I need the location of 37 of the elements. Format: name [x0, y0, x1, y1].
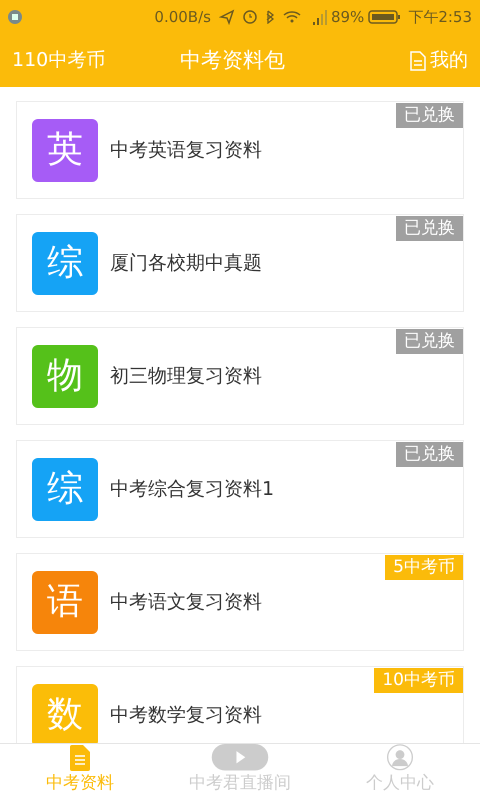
- subject-icon: 综: [32, 458, 98, 520]
- signal-icon: [312, 10, 327, 24]
- page-title: 中考资料包: [180, 46, 285, 74]
- subject-icon: 数: [32, 684, 98, 743]
- price-tag: 10中考币: [374, 668, 463, 693]
- battery-level: 89%: [330, 6, 364, 28]
- redeemed-tag: 已兑换: [396, 216, 463, 241]
- material-card[interactable]: 综 中考综合复习资料1 已兑换: [16, 440, 464, 538]
- network-speed: 0.00B/s: [154, 6, 211, 28]
- document-icon: [410, 50, 426, 70]
- subject-icon: 英: [32, 118, 98, 182]
- clock: 下午2:53: [408, 6, 472, 28]
- subject-icon: 综: [32, 232, 98, 294]
- subject-icon: 语: [32, 570, 98, 634]
- send-icon: [218, 9, 235, 25]
- notification-icon: [8, 10, 22, 24]
- material-title: 中考语文复习资料: [110, 590, 262, 615]
- redeemed-tag: 已兑换: [396, 103, 463, 128]
- user-icon: [385, 744, 415, 770]
- material-card[interactable]: 物 初三物理复习资料 已兑换: [16, 327, 464, 425]
- subject-icon: 物: [32, 344, 98, 408]
- material-title: 厦门各校期中真题: [110, 250, 262, 276]
- bluetooth-icon: [264, 10, 275, 24]
- material-title: 中考英语复习资料: [110, 138, 262, 163]
- redeemed-tag: 已兑换: [396, 329, 463, 354]
- battery-icon: [368, 10, 400, 24]
- material-title: 中考数学复习资料: [110, 702, 262, 728]
- redeemed-tag: 已兑换: [396, 442, 463, 467]
- coin-balance: 110中考币: [12, 48, 106, 74]
- wifi-icon: [282, 10, 301, 24]
- material-card[interactable]: 语 中考语文复习资料 5中考币: [16, 553, 464, 651]
- material-card[interactable]: 综 厦门各校期中真题 已兑换: [16, 214, 464, 312]
- material-title: 初三物理复习资料: [110, 364, 262, 389]
- price-tag: 5中考币: [385, 555, 463, 580]
- material-title: 中考综合复习资料1: [110, 476, 274, 502]
- material-card[interactable]: 英 中考英语复习资料 已兑换: [16, 101, 464, 199]
- alarm-icon: [242, 10, 257, 24]
